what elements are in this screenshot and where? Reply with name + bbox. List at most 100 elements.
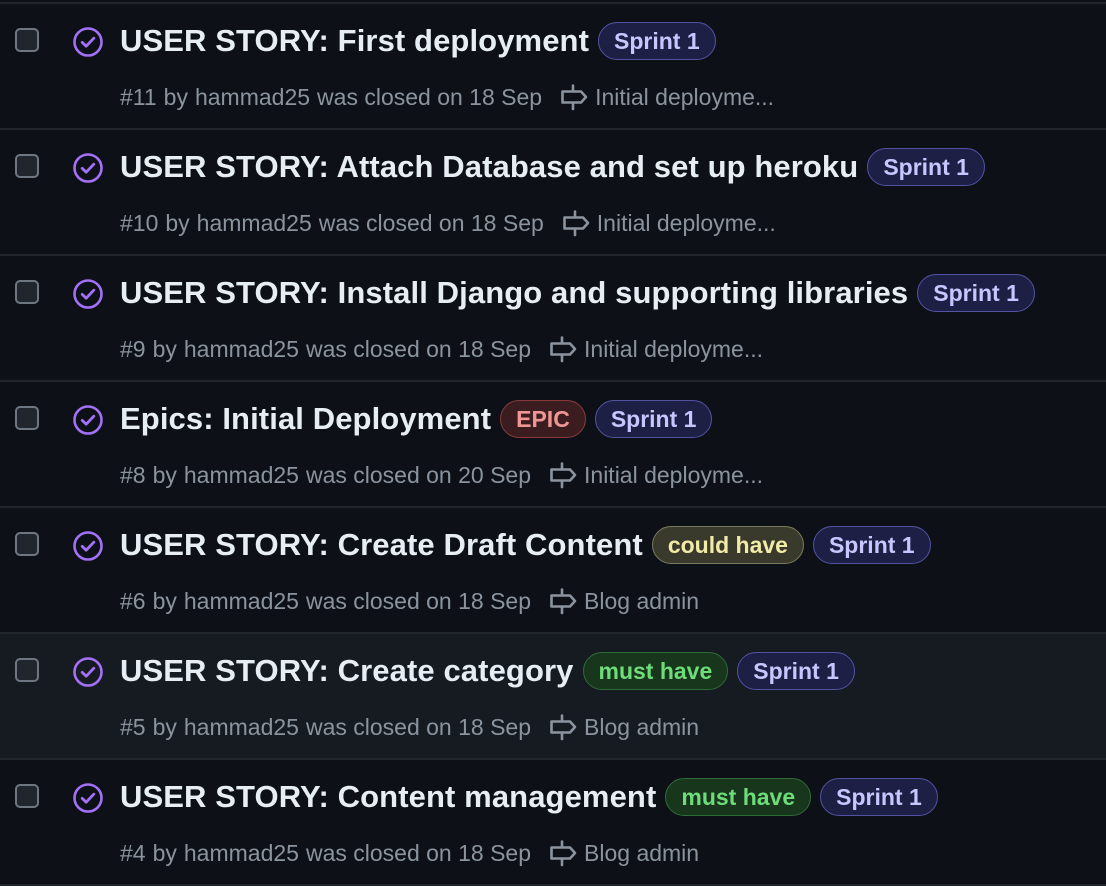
issue-by-text: by [152, 335, 177, 362]
issue-label[interactable]: EPIC [500, 400, 586, 438]
issue-label[interactable]: must have [665, 778, 812, 816]
issue-title-link[interactable]: USER STORY: Attach Database and set up h… [120, 149, 858, 185]
issue-select-checkbox[interactable] [15, 154, 39, 178]
issue-select-checkbox[interactable] [15, 28, 39, 52]
milestone-name: Blog admin [584, 713, 700, 740]
issue-meta: #4 by hammad25 was closed on 18 Sep Blog adm… [120, 837, 699, 869]
issue-number: #9 [120, 335, 146, 362]
issue-title-line: USER STORY: Create category must have Spri… [120, 652, 855, 690]
milestone-name: Initial deployme... [584, 461, 763, 488]
issue-label[interactable]: Sprint 1 [867, 148, 985, 186]
issue-select-checkbox[interactable] [15, 532, 39, 556]
issue-closed-date: was closed on 18 Sep [305, 713, 532, 740]
issue-meta: #6 by hammad25 was closed on 18 Sep Blog adm… [120, 585, 699, 617]
issue-by-text: by [152, 461, 177, 488]
issue-label[interactable]: must have [582, 652, 729, 690]
issue-label[interactable]: Sprint 1 [598, 22, 716, 60]
issue-author-link[interactable]: hammad25 [184, 336, 299, 363]
issue-row[interactable]: USER STORY: Content management must have S… [0, 760, 1106, 886]
issue-closed-date: was closed on 18 Sep [305, 839, 532, 866]
milestone-link[interactable]: Initial deployme... [558, 81, 774, 113]
milestone-name: Blog admin [584, 839, 700, 866]
issue-select-checkbox[interactable] [15, 658, 39, 682]
issue-title-line: USER STORY: Install Django and supportin… [120, 274, 1035, 312]
milestone-link[interactable]: Initial deployme... [547, 333, 763, 365]
milestone-link[interactable]: Blog admin [547, 585, 699, 617]
milestone-name: Initial deployme... [595, 83, 775, 110]
milestone-icon [560, 207, 597, 239]
milestone-name: Initial deployme... [584, 335, 763, 362]
issue-select-checkbox[interactable] [15, 784, 39, 808]
milestone-icon [547, 711, 584, 743]
issue-by-text: by [165, 209, 190, 236]
issue-by-text: by [152, 839, 177, 866]
issue-author-link[interactable]: hammad25 [197, 210, 312, 237]
issue-closed-icon [72, 152, 104, 184]
issue-label[interactable]: Sprint 1 [737, 652, 855, 690]
issue-label[interactable]: Sprint 1 [820, 778, 938, 816]
issue-closed-icon [72, 26, 104, 58]
milestone-link[interactable]: Blog admin [547, 837, 699, 869]
milestone-icon [558, 81, 595, 113]
issue-closed-icon [72, 278, 104, 310]
issue-title-link[interactable]: USER STORY: Create category [120, 653, 574, 689]
issue-row[interactable]: USER STORY: Create Draft Content could ha… [0, 508, 1106, 634]
issue-title-link[interactable]: USER STORY: Install Django and supportin… [120, 275, 908, 311]
issue-author-link[interactable]: hammad25 [195, 84, 310, 111]
issue-number: #4 [120, 839, 146, 866]
issue-by-text: by [152, 587, 177, 614]
milestone-name: Blog admin [584, 587, 700, 614]
issue-label[interactable]: could have [651, 526, 804, 564]
issue-title-line: USER STORY: Create Draft Content could ha… [120, 526, 931, 564]
issue-title-link[interactable]: Epics: Initial Deployment [120, 401, 491, 437]
issue-number: #8 [120, 461, 146, 488]
issue-closed-icon [72, 530, 104, 562]
issue-meta: #11 by hammad25 was closed on 18 Sep Initial… [120, 81, 774, 113]
issue-number: #10 [120, 209, 159, 236]
issue-number: #6 [120, 587, 146, 614]
issue-closed-date: was closed on 18 Sep [317, 83, 543, 110]
issue-list: USER STORY: First deployment Sprint 1 #11 b… [0, 4, 1106, 886]
issue-select-checkbox[interactable] [15, 280, 39, 304]
issue-closed-icon [72, 656, 104, 688]
issue-title-link[interactable]: USER STORY: First deployment [120, 23, 589, 59]
issue-title-line: Epics: Initial Deployment EPIC Sprint 1 [120, 400, 713, 438]
issue-author-link[interactable]: hammad25 [184, 840, 299, 867]
issue-row[interactable]: USER STORY: Create category must have Spri… [0, 634, 1106, 760]
issue-number: #11 [120, 83, 157, 110]
issue-by-text: by [152, 713, 177, 740]
milestone-icon [547, 585, 584, 617]
issue-title-line: USER STORY: Content management must have S… [120, 778, 938, 816]
issue-label[interactable]: Sprint 1 [812, 526, 931, 564]
issue-meta: #10 by hammad25 was closed on 18 Sep Initial… [120, 207, 776, 239]
issue-number: #5 [120, 713, 146, 740]
issue-author-link[interactable]: hammad25 [184, 588, 299, 615]
issue-meta: #5 by hammad25 was closed on 18 Sep Blog adm… [120, 711, 699, 743]
milestone-icon [547, 459, 584, 491]
issue-row[interactable]: Epics: Initial Deployment EPIC Sprint 1 #8 b… [0, 382, 1106, 508]
issue-select-checkbox[interactable] [15, 406, 39, 430]
milestone-link[interactable]: Initial deployme... [547, 459, 763, 491]
issue-title-link[interactable]: USER STORY: Content management [120, 779, 656, 815]
issue-closed-date: was closed on 18 Sep [305, 335, 532, 362]
milestone-name: Initial deployme... [596, 209, 776, 236]
issue-label[interactable]: Sprint 1 [594, 400, 713, 438]
issue-meta: #9 by hammad25 was closed on 18 Sep Initial … [120, 333, 763, 365]
milestone-link[interactable]: Blog admin [547, 711, 699, 743]
issue-closed-icon [72, 404, 104, 436]
milestone-icon [547, 333, 584, 365]
issue-closed-date: was closed on 18 Sep [318, 209, 544, 236]
milestone-link[interactable]: Initial deployme... [560, 207, 776, 239]
issue-author-link[interactable]: hammad25 [184, 462, 299, 489]
issue-row[interactable]: USER STORY: Attach Database and set up h… [0, 130, 1106, 256]
issue-row[interactable]: USER STORY: Install Django and supportin… [0, 256, 1106, 382]
issue-row[interactable]: USER STORY: First deployment Sprint 1 #11 b… [0, 4, 1106, 130]
issue-title-line: USER STORY: Attach Database and set up h… [120, 148, 985, 186]
issue-closed-icon [72, 782, 104, 814]
issue-author-link[interactable]: hammad25 [184, 714, 299, 741]
issue-by-text: by [163, 83, 188, 110]
milestone-icon [547, 837, 584, 869]
issue-closed-date: was closed on 20 Sep [305, 461, 532, 488]
issue-label[interactable]: Sprint 1 [917, 274, 1035, 312]
issue-title-link[interactable]: USER STORY: Create Draft Content [120, 527, 643, 563]
